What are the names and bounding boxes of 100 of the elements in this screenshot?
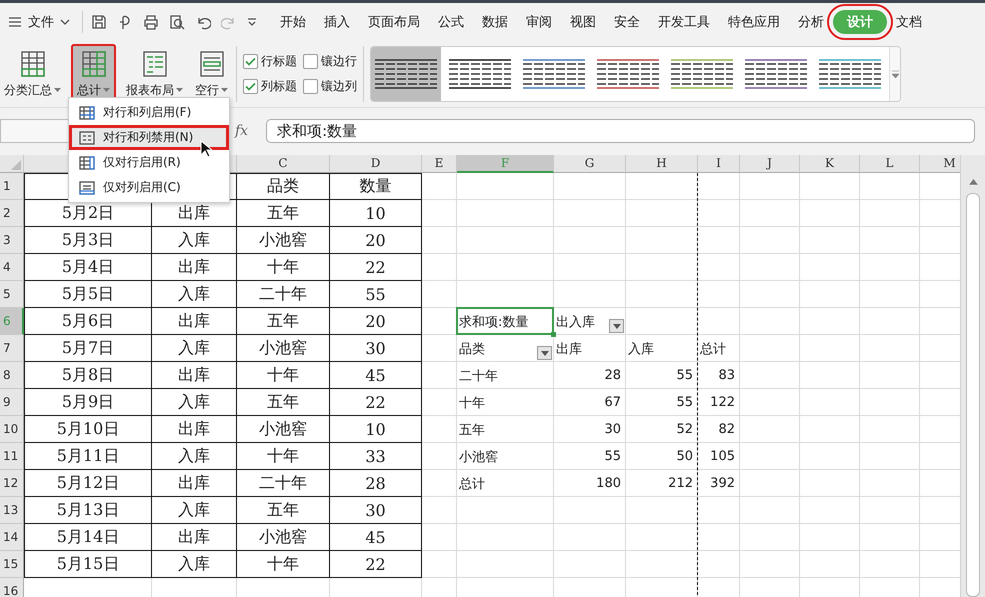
table-cell: 小池窖 bbox=[237, 524, 330, 551]
table-cell: 5月4日 bbox=[24, 254, 152, 281]
pivot-cell: 30 bbox=[604, 422, 621, 437]
ribbon-tab[interactable]: 页面布局 bbox=[359, 9, 429, 35]
pivot-cell-text: 十年 bbox=[459, 394, 485, 412]
table-cell: 22 bbox=[330, 551, 422, 578]
filter-dropdown-button[interactable] bbox=[537, 346, 552, 360]
table-cell: 30 bbox=[330, 497, 422, 524]
row-header[interactable]: 13 bbox=[0, 497, 24, 524]
formula-field[interactable]: 求和项:数量 bbox=[266, 119, 975, 143]
table-cell: 入库 bbox=[152, 551, 237, 578]
table-cell: 出库 bbox=[152, 524, 237, 551]
row-header[interactable]: 15 bbox=[0, 551, 24, 578]
checkbox-label: 镶边行 bbox=[321, 53, 357, 70]
table-icon bbox=[79, 130, 95, 144]
more-styles-icon[interactable] bbox=[892, 70, 898, 78]
column-header[interactable]: L bbox=[860, 155, 920, 173]
column-header[interactable]: K bbox=[800, 155, 860, 173]
table-cell: 出库 bbox=[152, 470, 237, 497]
row-header[interactable]: 5 bbox=[0, 281, 24, 308]
table-cell: 出库 bbox=[152, 416, 237, 443]
pivot-cell: 55 bbox=[676, 368, 693, 383]
row-header[interactable]: 3 bbox=[0, 227, 24, 254]
print-preview-icon[interactable] bbox=[169, 14, 185, 30]
save-icon[interactable] bbox=[91, 14, 107, 30]
table-cell: 5月14日 bbox=[24, 524, 152, 551]
pivot-cell: 55 bbox=[676, 395, 693, 410]
table-cell: 33 bbox=[330, 443, 422, 470]
checkbox[interactable] bbox=[303, 79, 318, 94]
table-cell: 5月3日 bbox=[24, 227, 152, 254]
table-cell: 出库 bbox=[152, 200, 237, 227]
print-icon[interactable] bbox=[143, 14, 159, 30]
menu-item[interactable]: 对行和列禁用(N) bbox=[69, 125, 229, 150]
column-header[interactable]: M bbox=[920, 155, 960, 173]
table-cell: 十年 bbox=[237, 362, 330, 389]
pivot-cell: 67 bbox=[604, 395, 621, 410]
pivot-cell-text: 五年 bbox=[459, 422, 485, 438]
scroll-up-icon[interactable] bbox=[968, 179, 978, 185]
pivot-cell-text: 出库 bbox=[556, 340, 582, 358]
ribbon-tab[interactable]: 特色应用 bbox=[719, 9, 789, 35]
column-header[interactable]: C bbox=[237, 155, 330, 173]
checkbox[interactable] bbox=[243, 54, 258, 69]
row-header[interactable]: 12 bbox=[0, 470, 24, 497]
blank-row-icon bbox=[198, 50, 226, 78]
row-header[interactable]: 2 bbox=[0, 200, 24, 227]
row-header[interactable]: 16 bbox=[0, 578, 24, 597]
pivot-cell: 212 bbox=[668, 476, 693, 491]
function-label[interactable]: fx bbox=[235, 123, 248, 139]
chevron-icon bbox=[60, 18, 70, 26]
subtotal-icon bbox=[18, 50, 46, 78]
menu-item[interactable]: 仅对行启用(R) bbox=[69, 150, 229, 175]
table-cell: 5月6日 bbox=[24, 308, 152, 335]
column-header[interactable]: H bbox=[626, 155, 698, 173]
row-header[interactable]: 9 bbox=[0, 389, 24, 416]
ribbon-button[interactable]: 分类汇总 bbox=[2, 44, 63, 104]
customize-icon[interactable] bbox=[247, 18, 257, 26]
table-style-swatch[interactable] bbox=[371, 47, 441, 101]
filter-dropdown-button[interactable] bbox=[609, 319, 624, 333]
ribbon-tab[interactable]: 审阅 bbox=[517, 9, 561, 35]
ribbon-tab[interactable]: 开发工具 bbox=[649, 9, 719, 35]
ribbon-tab[interactable]: 开始 bbox=[271, 9, 315, 35]
row-header[interactable]: 14 bbox=[0, 524, 24, 551]
table-cell: 5月7日 bbox=[24, 335, 152, 362]
ribbon-tab[interactable]: 分析 bbox=[789, 9, 833, 35]
table-cell: 5月2日 bbox=[24, 200, 152, 227]
row-header[interactable]: 7 bbox=[0, 335, 24, 362]
column-header[interactable]: D bbox=[330, 155, 422, 173]
row-header[interactable]: 8 bbox=[0, 362, 24, 389]
column-header[interactable]: I bbox=[698, 155, 740, 173]
table-icon bbox=[79, 156, 95, 170]
pivot-cell: 105 bbox=[710, 449, 735, 464]
checkbox[interactable] bbox=[303, 54, 318, 69]
column-header[interactable]: E bbox=[422, 155, 457, 173]
checkbox[interactable] bbox=[243, 79, 258, 94]
row-header[interactable]: 11 bbox=[0, 443, 24, 470]
ribbon-tab[interactable]: 文档 bbox=[887, 9, 931, 35]
checkmark-icon bbox=[245, 57, 256, 66]
ribbon-tab[interactable]: 数据 bbox=[473, 9, 517, 35]
column-header[interactable]: G bbox=[554, 155, 626, 173]
row-header[interactable]: 1 bbox=[0, 173, 24, 200]
pivot-cell-text: 小池窖 bbox=[459, 448, 498, 466]
grand-total-icon bbox=[80, 50, 108, 78]
table-cell: 5月5日 bbox=[24, 281, 152, 308]
pivot-cell-text: 求和项:数量 bbox=[459, 314, 528, 330]
ribbon-tab[interactable]: 插入 bbox=[315, 9, 359, 35]
table-cell: 10 bbox=[330, 200, 422, 227]
row-header[interactable]: 4 bbox=[0, 254, 24, 281]
ribbon-tab[interactable]: 安全 bbox=[605, 9, 649, 35]
vertical-scrollbar[interactable] bbox=[960, 155, 985, 597]
ribbon-tab[interactable]: 公式 bbox=[429, 9, 473, 35]
ribbon-tab[interactable]: 视图 bbox=[561, 9, 605, 35]
table-cell: 5月13日 bbox=[24, 497, 152, 524]
menu-item[interactable]: 仅对列启用(C) bbox=[69, 175, 229, 200]
mouse-cursor-icon bbox=[200, 140, 212, 158]
row-header[interactable]: 10 bbox=[0, 416, 24, 443]
table-cell: 二十年 bbox=[237, 470, 330, 497]
file-menu[interactable]: 文件 bbox=[4, 13, 74, 31]
table-cell: 五年 bbox=[237, 497, 330, 524]
column-header[interactable]: J bbox=[740, 155, 800, 173]
table-cell: 小池窖 bbox=[237, 416, 330, 443]
